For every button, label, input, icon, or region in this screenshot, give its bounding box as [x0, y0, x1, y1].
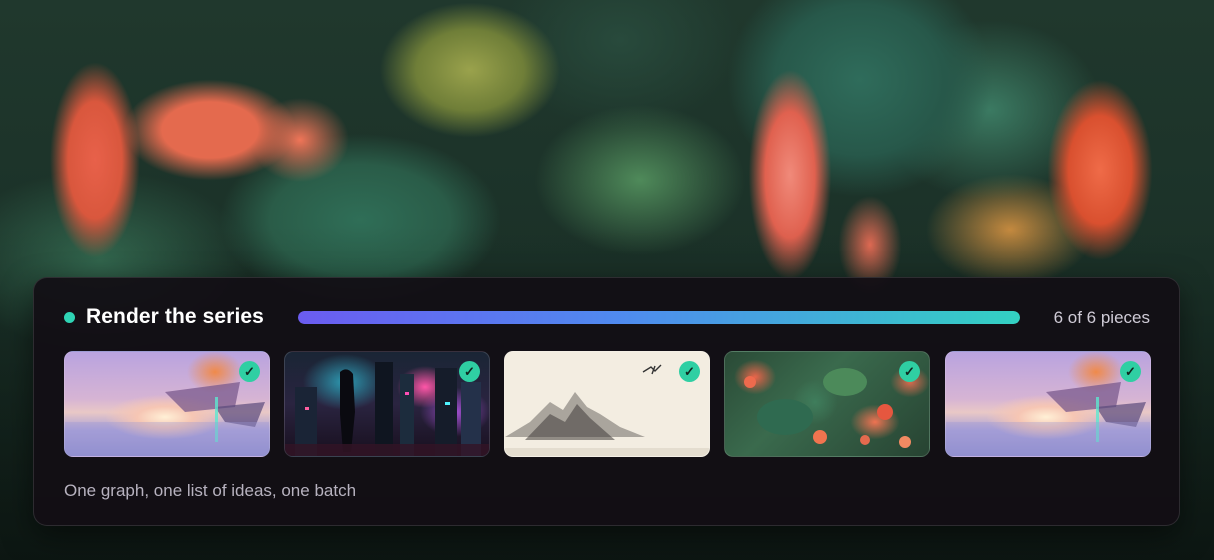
progress-bar-fill: [298, 311, 1020, 324]
panel-title: Render the series: [86, 305, 264, 328]
check-icon: ✓: [679, 361, 700, 382]
piece-count: 6 of 6 pieces: [1053, 308, 1150, 327]
render-panel: Render the series 6 of 6 pieces ✓ ✓ ✓ ✓ …: [33, 277, 1180, 526]
check-icon: ✓: [239, 361, 260, 382]
check-icon: ✓: [1120, 361, 1141, 382]
check-icon: ✓: [899, 361, 920, 382]
check-icon: ✓: [459, 361, 480, 382]
thumbnail-floating-islands-2[interactable]: ✓: [945, 351, 1151, 457]
panel-subtitle: One graph, one list of ideas, one batch: [64, 481, 357, 500]
thumbnail-ink-mountains[interactable]: ✓: [504, 351, 710, 457]
thumbnail-tropical-foliage[interactable]: ✓: [724, 351, 930, 457]
thumbnail-strip: ✓ ✓ ✓ ✓ ✓: [64, 351, 1152, 457]
status-dot-icon: [64, 312, 75, 323]
thumbnail-cyberpunk-city[interactable]: ✓: [284, 351, 490, 457]
thumbnail-floating-islands[interactable]: ✓: [64, 351, 270, 457]
progress-bar: [298, 311, 1020, 324]
